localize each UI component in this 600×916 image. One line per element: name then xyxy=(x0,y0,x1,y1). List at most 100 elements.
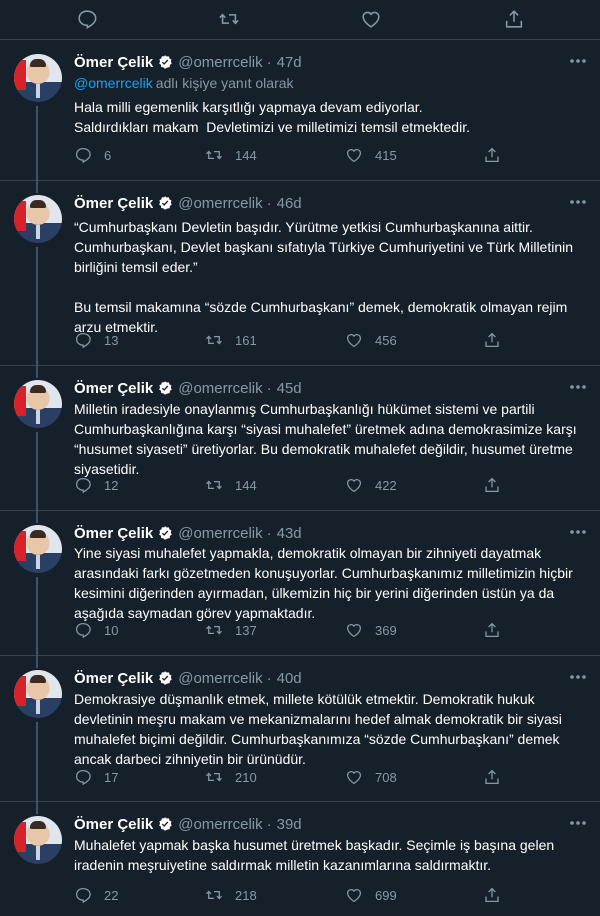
avatar[interactable] xyxy=(14,525,62,573)
reply-button[interactable]: 10 xyxy=(74,621,118,639)
retweet-icon xyxy=(205,476,223,494)
like-button[interactable]: 415 xyxy=(345,146,397,164)
author-name[interactable]: Ömer Çelik xyxy=(74,816,153,833)
like-count: 708 xyxy=(375,769,397,785)
tweet[interactable]: Ömer Çelik @omerrcelik · 43d Yine siyasi… xyxy=(0,511,600,656)
author-handle[interactable]: @omerrcelik xyxy=(178,525,262,542)
verified-badge-icon xyxy=(157,525,173,541)
reply-button[interactable]: 13 xyxy=(74,331,118,349)
retweet-button[interactable]: 144 xyxy=(205,476,257,494)
tweet-timestamp[interactable]: 40d xyxy=(277,670,302,687)
tweet[interactable]: Ömer Çelik @omerrcelik · 46d “Cumhurbaşk… xyxy=(0,181,600,366)
author-name[interactable]: Ömer Çelik xyxy=(74,525,153,542)
more-options-icon[interactable] xyxy=(568,56,588,66)
like-button[interactable]: 708 xyxy=(345,768,397,786)
author-handle[interactable]: @omerrcelik xyxy=(178,816,262,833)
share-button[interactable] xyxy=(483,621,501,639)
reply-count: 22 xyxy=(104,887,119,903)
tweet[interactable]: Ömer Çelik @omerrcelik · 39d Muhalefet y… xyxy=(0,802,600,916)
author-handle[interactable]: @omerrcelik xyxy=(178,54,262,71)
tweet-text: Muhalefet yapmak başka husumet üretmek b… xyxy=(74,837,559,873)
more-options-icon[interactable] xyxy=(568,672,588,682)
more-options-icon[interactable] xyxy=(568,527,588,537)
tweet-timestamp[interactable]: 39d xyxy=(277,816,302,833)
retweet-button[interactable]: 161 xyxy=(205,331,257,349)
tweet[interactable]: Ömer Çelik @omerrcelik · 47d @omerrcelik… xyxy=(0,40,600,181)
more-options-icon[interactable] xyxy=(568,197,588,207)
avatar[interactable] xyxy=(14,816,62,864)
tweet-timestamp[interactable]: 47d xyxy=(277,54,302,71)
like-button[interactable]: 456 xyxy=(345,331,397,349)
reply-button[interactable]: 6 xyxy=(74,146,111,164)
tweet-actions: 10 137 369 xyxy=(74,621,514,641)
like-button[interactable]: 422 xyxy=(345,476,397,494)
thread-line xyxy=(36,511,38,523)
share-button[interactable] xyxy=(483,886,501,904)
like-count: 415 xyxy=(375,147,397,163)
author-name[interactable]: Ömer Çelik xyxy=(74,54,153,71)
reply-count: 10 xyxy=(104,622,119,638)
avatar[interactable] xyxy=(14,380,62,428)
thread-line xyxy=(36,722,38,802)
reply-icon xyxy=(74,146,92,164)
retweet-button[interactable]: 137 xyxy=(205,621,257,639)
author-handle[interactable]: @omerrcelik xyxy=(178,670,262,687)
retweet-icon xyxy=(205,768,223,786)
reply-button[interactable]: 17 xyxy=(74,768,118,786)
heart-icon[interactable] xyxy=(360,8,382,30)
tweet-header: Ömer Çelik @omerrcelik · 45d xyxy=(74,378,302,398)
retweet-button[interactable]: 218 xyxy=(205,886,257,904)
retweet-icon[interactable] xyxy=(218,8,240,30)
author-handle[interactable]: @omerrcelik xyxy=(178,380,262,397)
like-button[interactable]: 369 xyxy=(345,621,397,639)
share-icon[interactable] xyxy=(503,8,525,30)
reply-icon[interactable] xyxy=(76,8,98,30)
retweet-count: 144 xyxy=(235,477,257,493)
reply-button[interactable]: 22 xyxy=(74,886,118,904)
tweet-timestamp[interactable]: 46d xyxy=(277,195,302,212)
tweet-timestamp[interactable]: 43d xyxy=(277,525,302,542)
separator-dot: · xyxy=(266,669,272,687)
share-button[interactable] xyxy=(483,768,501,786)
separator-dot: · xyxy=(266,524,272,542)
like-button[interactable]: 699 xyxy=(345,886,397,904)
share-button[interactable] xyxy=(483,331,501,349)
share-button[interactable] xyxy=(483,146,501,164)
avatar[interactable] xyxy=(14,54,62,102)
author-name[interactable]: Ömer Çelik xyxy=(74,195,153,212)
heart-icon xyxy=(345,621,363,639)
tweet-header: Ömer Çelik @omerrcelik · 43d xyxy=(74,523,302,543)
reply-count: 6 xyxy=(104,147,112,163)
author-name[interactable]: Ömer Çelik xyxy=(74,670,153,687)
verified-badge-icon xyxy=(157,380,173,396)
avatar[interactable] xyxy=(14,195,62,243)
main-tweet-action-bar xyxy=(0,0,600,40)
retweet-button[interactable]: 144 xyxy=(205,146,257,164)
author-handle[interactable]: @omerrcelik xyxy=(178,195,262,212)
reply-icon xyxy=(74,331,92,349)
retweet-count: 144 xyxy=(235,147,257,163)
author-name[interactable]: Ömer Çelik xyxy=(74,380,153,397)
tweet[interactable]: Ömer Çelik @omerrcelik · 45d Milletin ir… xyxy=(0,366,600,511)
tweet-timestamp[interactable]: 45d xyxy=(277,380,302,397)
more-options-icon[interactable] xyxy=(568,382,588,392)
retweet-button[interactable]: 210 xyxy=(205,768,257,786)
retweet-icon xyxy=(205,146,223,164)
retweet-count: 137 xyxy=(235,622,257,638)
reply-button[interactable]: 12 xyxy=(74,476,118,494)
separator-dot: · xyxy=(266,379,272,397)
verified-badge-icon xyxy=(157,195,173,211)
tweet-text: Hala milli egemenlik karşıtlığı yapmaya … xyxy=(74,99,470,135)
share-button[interactable] xyxy=(483,476,501,494)
share-icon xyxy=(483,331,501,349)
tweet[interactable]: Ömer Çelik @omerrcelik · 40d Demokrasiye… xyxy=(0,656,600,802)
heart-icon xyxy=(345,146,363,164)
replying-to: @omerrcelik adlı kişiye yanıt olarak xyxy=(74,75,294,91)
tweet-header: Ömer Çelik @omerrcelik · 39d xyxy=(74,814,302,834)
retweet-icon xyxy=(205,331,223,349)
avatar[interactable] xyxy=(14,670,62,718)
retweet-icon xyxy=(205,621,223,639)
share-icon xyxy=(483,886,501,904)
more-options-icon[interactable] xyxy=(568,818,588,828)
reply-to-handle-link[interactable]: @omerrcelik xyxy=(74,75,153,91)
